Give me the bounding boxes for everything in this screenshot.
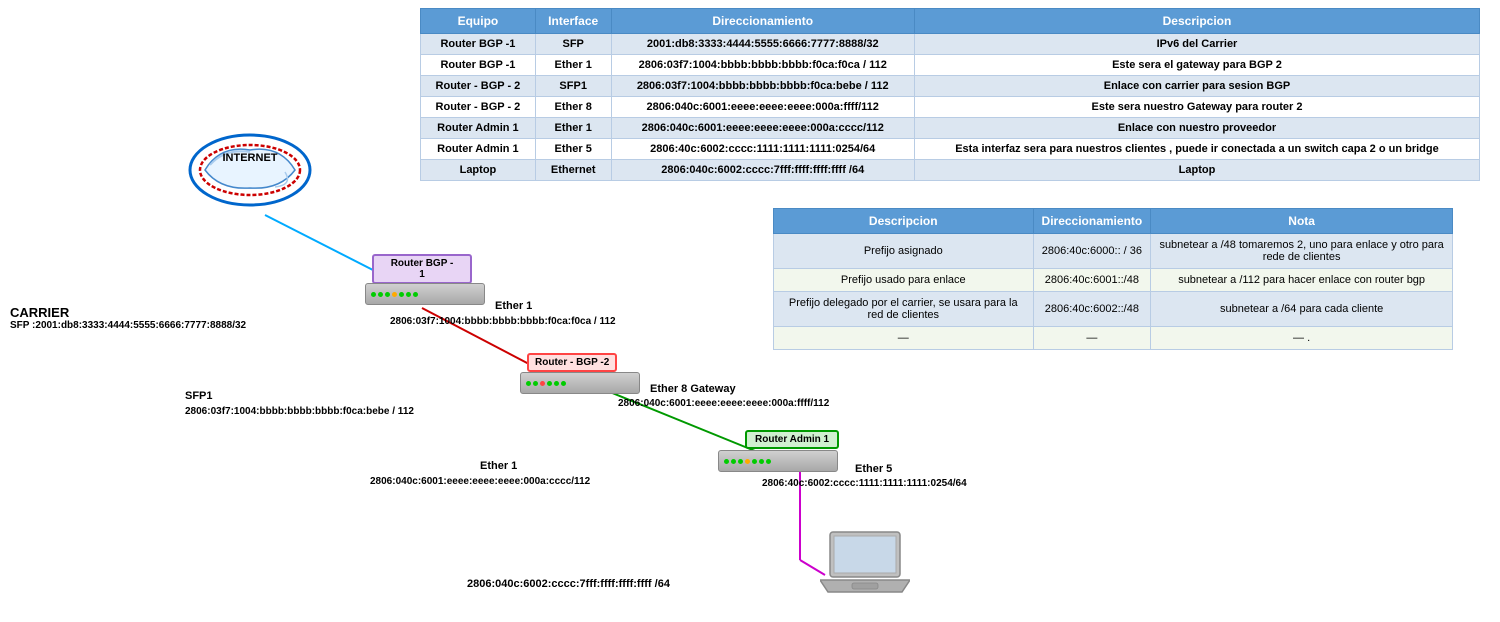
table-cell-1-1: Ether 1 (535, 55, 611, 76)
table-cell-6-0: Laptop (421, 160, 536, 181)
table-cell-1-0: Router BGP -1 (421, 55, 536, 76)
second-table-row: Prefijo asignado2806:40c:6000:: / 36subn… (774, 234, 1453, 269)
table-cell-0-2: 2001:db8:3333:4444:5555:6666:7777:8888/3… (611, 34, 914, 55)
second-cell-2-1: 2806:40c:6002::/48 (1033, 292, 1151, 327)
table-cell-4-1: Ether 1 (535, 118, 611, 139)
second-cell-0-1: 2806:40c:6000:: / 36 (1033, 234, 1151, 269)
table-cell-3-3: Este sera nuestro Gateway para router 2 (914, 97, 1479, 118)
carrier-sfp: SFP :2001:db8:3333:4444:5555:6666:7777:8… (10, 320, 246, 331)
second-cell-0-2: subnetear a /48 tomaremos 2, uno para en… (1151, 234, 1453, 269)
bgp1-ether1-addr: 2806:03f7:1004:bbbb:bbbb:bbbb:f0ca:f0ca … (390, 316, 616, 327)
second-table-row: Prefijo usado para enlace2806:40c:6001::… (774, 269, 1453, 292)
bgp2-sfp1-addr: 2806:03f7:1004:bbbb:bbbb:bbbb:f0ca:bebe … (185, 406, 414, 417)
table-cell-5-1: Ether 5 (535, 139, 611, 160)
table-row: Router BGP -1SFP2001:db8:3333:4444:5555:… (421, 34, 1480, 55)
router-admin1-label-box: Router Admin 1 (745, 430, 839, 449)
table-row: Router - BGP - 2SFP12806:03f7:1004:bbbb:… (421, 76, 1480, 97)
table-row: Router Admin 1Ether 52806:40c:6002:cccc:… (421, 139, 1480, 160)
table-cell-4-0: Router Admin 1 (421, 118, 536, 139)
second-cell-2-0: Prefijo delegado por el carrier, se usar… (774, 292, 1034, 327)
second-table: Descripcion Direccionamiento Nota Prefij… (773, 208, 1453, 350)
col2-header-direccionamiento: Direccionamiento (1033, 209, 1151, 234)
admin1-ether5-addr: 2806:40c:6002:cccc:1111:1111:1111:0254/6… (762, 478, 967, 489)
admin1-ether1-label: Ether 1 (480, 460, 517, 472)
second-cell-3-0: — (774, 327, 1034, 350)
router-bgp2-dots (526, 381, 566, 386)
bgp2-sfp1-label: SFP1 (185, 390, 213, 402)
table-cell-0-3: IPv6 del Carrier (914, 34, 1479, 55)
table-cell-5-3: Esta interfaz sera para nuestros cliente… (914, 139, 1479, 160)
main-table: Equipo Interface Direccionamiento Descri… (420, 8, 1480, 181)
table-row: Router - BGP - 2Ether 82806:040c:6001:ee… (421, 97, 1480, 118)
second-cell-1-0: Prefijo usado para enlace (774, 269, 1034, 292)
second-cell-0-0: Prefijo asignado (774, 234, 1034, 269)
second-cell-1-2: subnetear a /112 para hacer enlace con r… (1151, 269, 1453, 292)
table-cell-6-1: Ethernet (535, 160, 611, 181)
router-bgp1-device (365, 283, 485, 305)
second-cell-1-1: 2806:40c:6001::/48 (1033, 269, 1151, 292)
carrier-label: CARRIER (10, 305, 246, 320)
router-bgp1-label: Router BGP -1 (372, 254, 472, 284)
router-bgp2-device (520, 372, 640, 394)
col-header-direccionamiento: Direccionamiento (611, 9, 914, 34)
table-cell-2-0: Router - BGP - 2 (421, 76, 536, 97)
col-header-descripcion: Descripcion (914, 9, 1479, 34)
admin1-ether5-label: Ether 5 (855, 463, 892, 475)
table-cell-6-3: Laptop (914, 160, 1479, 181)
table-cell-3-0: Router - BGP - 2 (421, 97, 536, 118)
bgp2-ether8-label: Ether 8 Gateway (650, 383, 736, 395)
table-cell-2-3: Enlace con carrier para sesion BGP (914, 76, 1479, 97)
table-cell-5-2: 2806:40c:6002:cccc:1111:1111:1111:0254/6… (611, 139, 914, 160)
laptop-addr: 2806:040c:6002:cccc:7fff:ffff:ffff:ffff … (467, 578, 670, 590)
bgp1-ether1-label: Ether 1 (495, 300, 532, 312)
col2-header-nota: Nota (1151, 209, 1453, 234)
table-cell-2-2: 2806:03f7:1004:bbbb:bbbb:bbbb:f0ca:bebe … (611, 76, 914, 97)
bgp2-ether8-addr: 2806:040c:6001:eeee:eeee:eeee:000a:ffff/… (618, 398, 829, 409)
table-cell-3-2: 2806:040c:6001:eeee:eeee:eeee:000a:ffff/… (611, 97, 914, 118)
router-admin1-dots (724, 459, 771, 464)
table-cell-1-2: 2806:03f7:1004:bbbb:bbbb:bbbb:f0ca:f0ca … (611, 55, 914, 76)
table-row: LaptopEthernet2806:040c:6002:cccc:7fff:f… (421, 160, 1480, 181)
second-table-row: ——— . (774, 327, 1453, 350)
table-cell-1-3: Este sera el gateway para BGP 2 (914, 55, 1479, 76)
table-row: Router Admin 1Ether 12806:040c:6001:eeee… (421, 118, 1480, 139)
table-cell-4-2: 2806:040c:6001:eeee:eeee:eeee:000a:cccc/… (611, 118, 914, 139)
internet-label: INTERNET (185, 152, 315, 164)
router-bgp1-dots (371, 292, 418, 297)
router-bgp2-label: Router - BGP -2 (527, 353, 617, 372)
laptop-icon (820, 530, 910, 598)
table-cell-0-0: Router BGP -1 (421, 34, 536, 55)
second-cell-2-2: subnetear a /64 para cada cliente (1151, 292, 1453, 327)
second-cell-3-1: — (1033, 327, 1151, 350)
table-cell-5-0: Router Admin 1 (421, 139, 536, 160)
table-cell-2-1: SFP1 (535, 76, 611, 97)
table-row: Router BGP -1Ether 12806:03f7:1004:bbbb:… (421, 55, 1480, 76)
internet-cloud: INTERNET (185, 130, 315, 210)
col-header-interface: Interface (535, 9, 611, 34)
table-cell-6-2: 2806:040c:6002:cccc:7fff:ffff:ffff:ffff … (611, 160, 914, 181)
carrier-block: CARRIER SFP :2001:db8:3333:4444:5555:666… (10, 305, 246, 331)
col-header-equipo: Equipo (421, 9, 536, 34)
col2-header-descripcion: Descripcion (774, 209, 1034, 234)
admin1-ether1-addr: 2806:040c:6001:eeee:eeee:eeee:000a:cccc/… (370, 476, 590, 487)
second-table-row: Prefijo delegado por el carrier, se usar… (774, 292, 1453, 327)
cloud-svg (185, 130, 315, 210)
router-admin1-device (718, 450, 838, 472)
table-cell-0-1: SFP (535, 34, 611, 55)
second-cell-3-2: — . (1151, 327, 1453, 350)
table-cell-3-1: Ether 8 (535, 97, 611, 118)
table-cell-4-3: Enlace con nuestro proveedor (914, 118, 1479, 139)
